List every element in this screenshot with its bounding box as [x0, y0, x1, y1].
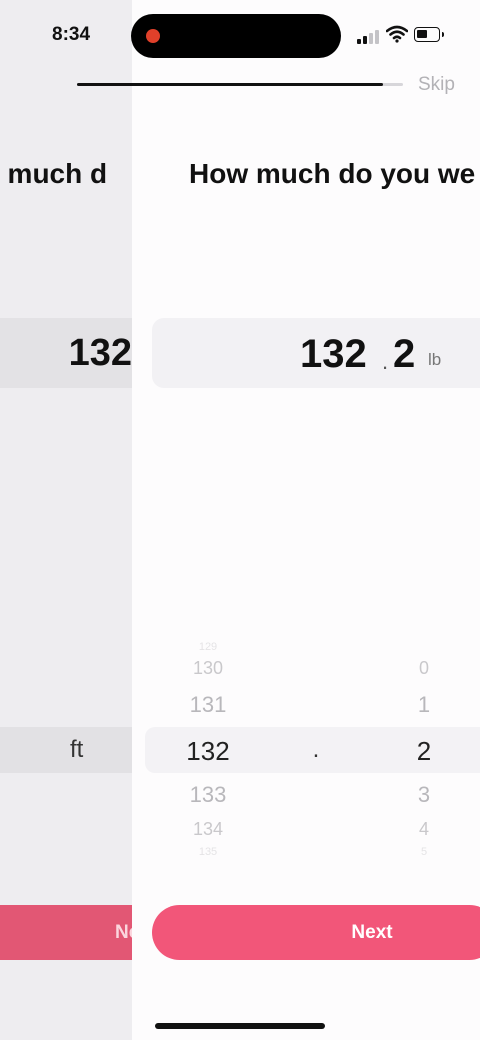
previous-value: 132 [68, 332, 132, 374]
cellular-signal-icon [357, 28, 379, 44]
weight-decimal-separator: . [382, 349, 389, 374]
decimal-picker-option[interactable]: 2 [417, 736, 431, 767]
battery-cap [442, 32, 444, 37]
decimal-picker-option[interactable]: 4 [419, 819, 429, 840]
integer-picker-option[interactable]: 130 [193, 658, 223, 679]
status-time: 8:34 [52, 24, 91, 45]
integer-picker-option[interactable]: 135 [199, 846, 217, 858]
home-indicator [155, 1023, 325, 1029]
next-button-label: Next [351, 922, 393, 943]
previous-picker-band [0, 727, 132, 773]
next-button[interactable] [152, 905, 480, 960]
decimal-picker-option[interactable]: 5 [421, 846, 427, 858]
previous-screen: w much d 132 ft Ne [0, 0, 132, 1040]
weight-unit-label: lb [428, 350, 442, 369]
battery-icon [414, 27, 440, 42]
integer-picker-option[interactable]: 131 [190, 692, 227, 718]
picker-separator: . [312, 736, 320, 763]
page-title: How much do you we [189, 158, 476, 189]
onboarding-progress-bar [77, 83, 403, 86]
decimal-picker-option[interactable]: 3 [418, 782, 430, 808]
decimal-picker-option[interactable]: 1 [418, 692, 430, 718]
integer-picker-option[interactable]: 132 [186, 736, 229, 767]
previous-unit-label: ft [70, 736, 84, 763]
integer-picker-option[interactable]: 134 [193, 819, 223, 840]
previous-screen-title: w much d [0, 158, 108, 189]
previous-next-button [0, 905, 132, 960]
integer-picker-option[interactable]: 129 [199, 641, 217, 653]
recording-indicator-icon [146, 29, 160, 43]
previous-next-label: Ne [115, 922, 132, 943]
wifi-icon [386, 25, 408, 43]
progress-fill [77, 83, 384, 86]
dynamic-island [131, 14, 341, 58]
weight-integer-value: 132 [300, 332, 367, 376]
decimal-picker-option[interactable]: 0 [419, 658, 429, 679]
integer-picker-option[interactable]: 133 [190, 782, 227, 808]
weight-decimal-value: 2 [393, 332, 416, 376]
skip-button[interactable]: Skip [418, 74, 455, 96]
